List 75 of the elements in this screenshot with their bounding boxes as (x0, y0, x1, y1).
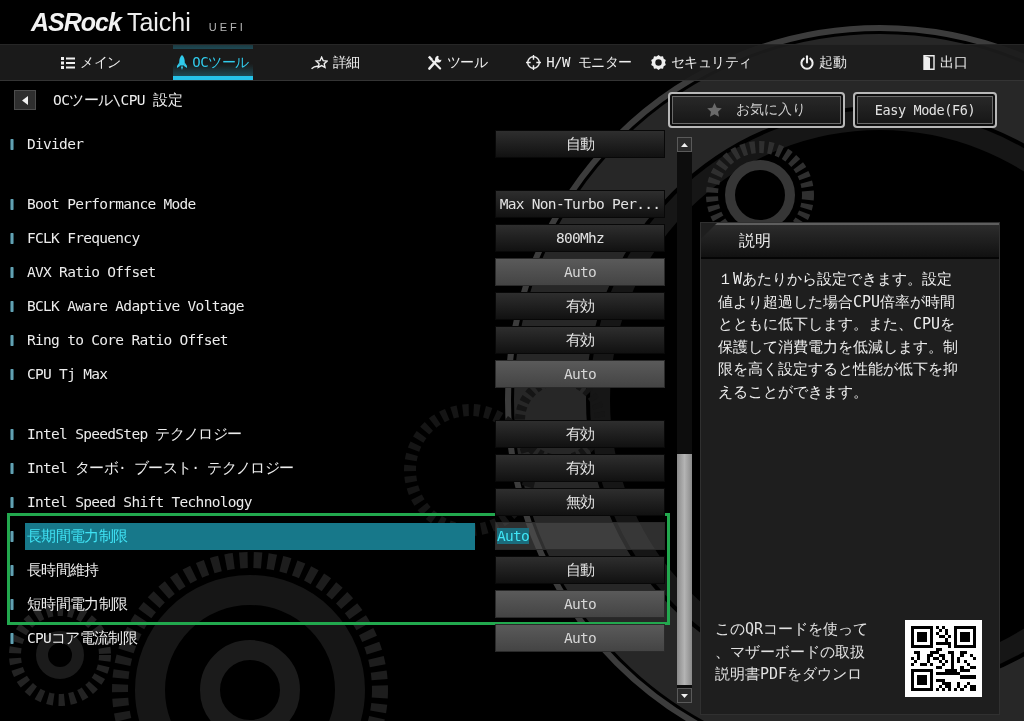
setting-label[interactable]: 長時間維持 (25, 556, 475, 584)
row-marker-icon (10, 198, 14, 210)
row-marker-icon (10, 632, 14, 644)
gear-icon (650, 55, 666, 70)
value-dropdown[interactable]: 800Mhz (495, 224, 665, 252)
easy-mode-button[interactable]: Easy Mode(F6) (853, 92, 997, 128)
value-field[interactable]: Auto (495, 360, 665, 388)
row-marker-icon (10, 368, 14, 380)
value-dropdown[interactable]: 無効 (495, 488, 665, 516)
brand-name: ASRock (31, 8, 121, 37)
setting-label[interactable]: AVX Ratio Offset (25, 258, 475, 286)
row-marker-icon (10, 334, 14, 346)
value-dropdown[interactable]: Max Non-Turbo Per... (495, 190, 665, 218)
scroll-up-button[interactable] (677, 137, 692, 152)
row-marker-icon (10, 300, 14, 312)
value-field[interactable]: Auto (495, 590, 665, 618)
firmware-label: UEFI (208, 21, 246, 33)
row-marker-icon (10, 462, 14, 474)
back-button[interactable] (14, 90, 36, 110)
value-dropdown[interactable]: 有効 (495, 326, 665, 354)
menu-tab[interactable]: 出口 (919, 45, 971, 80)
menu-tab[interactable]: ツール (422, 45, 492, 80)
favorites-button[interactable]: お気に入り (668, 92, 845, 128)
setting-label[interactable]: CPU Tj Max (25, 360, 475, 388)
qr-code-icon (905, 620, 982, 697)
value-dropdown[interactable]: 有効 (495, 420, 665, 448)
description-text: １Wあたりから設定できます。設定 値より超過した場合CPU倍率が時間 とともに低下します。また、CPUを 保護して消費電力を低減します。制 限を高く設定すると性能が低下を抑 えることができます。 (718, 269, 958, 403)
menu-tab[interactable]: メイン (57, 45, 125, 80)
scrollbar-thumb[interactable] (677, 454, 692, 685)
row-marker-icon (10, 530, 14, 542)
setting-label[interactable]: BCLK Aware Adaptive Voltage (25, 292, 475, 320)
row-marker-icon (10, 138, 14, 150)
setting-label[interactable]: Intel SpeedStep テクノロジー (25, 420, 475, 448)
door-icon (923, 55, 935, 70)
value-dropdown[interactable]: 自動 (495, 556, 665, 584)
setting-label[interactable]: FCLK Frequency (25, 224, 475, 252)
setting-label[interactable]: Intel Speed Shift Technology (25, 488, 475, 516)
row-marker-icon (10, 598, 14, 610)
setting-label[interactable]: Divider (25, 130, 475, 158)
row-marker-icon (10, 496, 14, 508)
value-field[interactable]: Auto (495, 624, 665, 652)
setting-label[interactable]: 短時間電力制限 (25, 590, 475, 618)
menu-tab[interactable]: セキュリティ (646, 45, 756, 80)
menu-tab[interactable]: 詳細 (306, 45, 364, 80)
row-marker-icon (10, 428, 14, 440)
menu-tab[interactable]: 起動 (796, 45, 850, 80)
tools-icon (426, 55, 442, 70)
left-triangle-icon (22, 95, 28, 105)
model-name: Taichi (126, 8, 191, 37)
row-marker-icon (10, 564, 14, 576)
up-triangle-icon (681, 142, 688, 147)
value-dropdown[interactable]: 有効 (495, 292, 665, 320)
row-marker-icon (10, 232, 14, 244)
star-icon (310, 55, 328, 70)
list-icon (61, 56, 76, 69)
scroll-down-button[interactable] (677, 688, 692, 703)
power-icon (800, 55, 814, 70)
value-dropdown[interactable]: 有効 (495, 454, 665, 482)
setting-label[interactable]: Intel ターボ· ブースト· テクノロジー (25, 454, 475, 482)
setting-label[interactable]: CPUコア電流制限 (25, 624, 475, 652)
panel-title: 説明 (701, 223, 999, 259)
crosshair-icon (526, 55, 542, 70)
down-triangle-icon (681, 693, 688, 698)
value-field[interactable]: Auto (495, 258, 665, 286)
setting-label[interactable]: Boot Performance Mode (25, 190, 475, 218)
setting-label[interactable]: Ring to Core Ratio Offset (25, 326, 475, 354)
rocket-icon (177, 55, 188, 70)
qr-caption: このQRコードを使って 、マザーボードの取扱 説明書PDFをダウンロ (715, 619, 869, 685)
menu-tab[interactable]: OCツール (173, 45, 253, 80)
value-field[interactable]: Auto (495, 522, 665, 550)
value-dropdown[interactable]: 自動 (495, 130, 665, 158)
row-marker-icon (10, 266, 14, 278)
star-icon (707, 103, 722, 117)
breadcrumb-path: OCツール\CPU 設定 (53, 91, 182, 110)
menu-tab[interactable]: H/W モニター (522, 45, 636, 80)
